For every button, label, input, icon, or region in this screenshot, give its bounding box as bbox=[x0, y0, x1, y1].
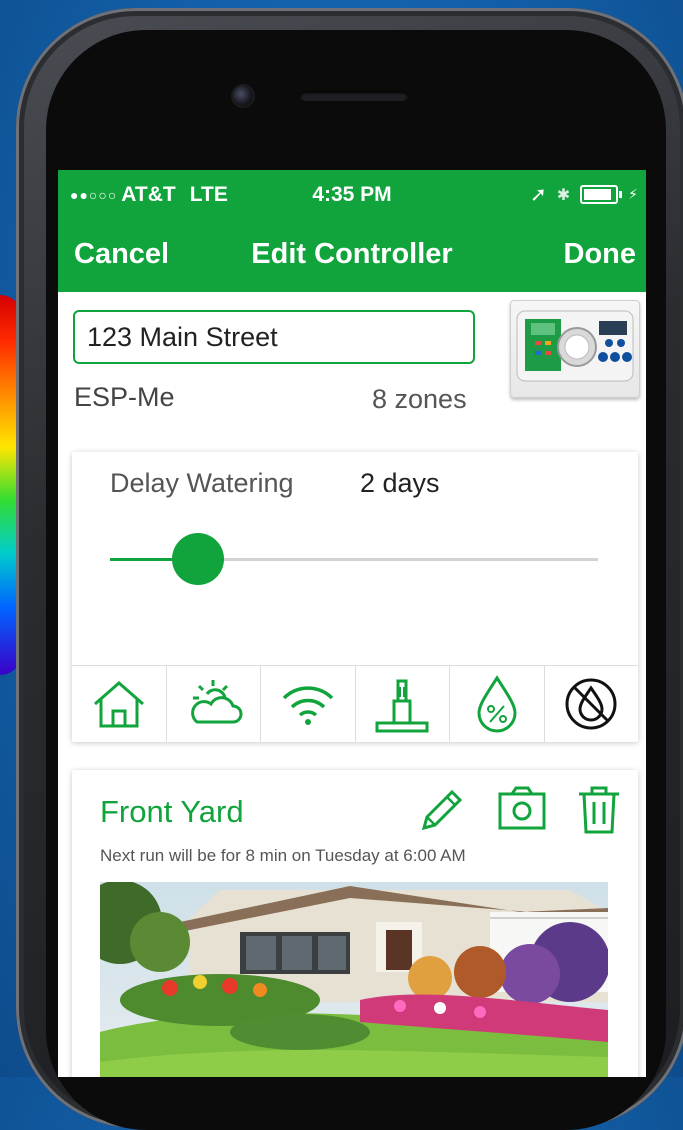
edit-zone-button[interactable] bbox=[416, 784, 468, 841]
zone-card: Front Yard Next run will be for 8 min on… bbox=[72, 770, 638, 1077]
delay-slider-thumb[interactable] bbox=[171, 533, 224, 585]
status-right: ➚ ✱ ⚡ bbox=[530, 182, 638, 207]
weather-icon bbox=[191, 680, 243, 724]
delay-watering-card: Delay Watering 2 days bbox=[72, 452, 638, 742]
status-bar: ●●○○○ AT&T LTE 4:35 PM ➚ ✱ ⚡ bbox=[58, 170, 646, 220]
location-icon: ➚ bbox=[529, 184, 547, 206]
bluetooth-icon: ✱ bbox=[556, 186, 571, 204]
page-title: Edit Controller bbox=[251, 238, 453, 270]
zone-count: 8 zones bbox=[372, 384, 467, 414]
battery-icon bbox=[580, 185, 623, 204]
delay-slider-track[interactable] bbox=[110, 533, 598, 585]
controller-model: ESP-Me bbox=[74, 382, 175, 412]
delay-watering-label: Delay Watering bbox=[110, 468, 294, 498]
controller-device-image[interactable] bbox=[510, 300, 640, 398]
zone-actions bbox=[416, 784, 622, 841]
trash-icon bbox=[579, 786, 619, 834]
seasonal-adjust-button[interactable] bbox=[450, 666, 545, 742]
next-run-text: Next run will be for 8 min on Tuesday at… bbox=[100, 846, 466, 865]
zone-name: Front Yard bbox=[100, 794, 244, 829]
weather-button[interactable] bbox=[167, 666, 261, 742]
app-screen: ●●○○○ AT&T LTE 4:35 PM ➚ ✱ ⚡ Cancel Edit… bbox=[58, 170, 646, 1077]
rain-off-button[interactable] bbox=[545, 666, 639, 742]
controller-name-input[interactable] bbox=[73, 310, 475, 364]
sensor-button[interactable] bbox=[356, 666, 450, 742]
earpiece-speaker bbox=[300, 91, 408, 101]
edit-pencil-icon bbox=[421, 789, 463, 831]
zone-photo bbox=[78, 880, 610, 1077]
wifi-button[interactable] bbox=[261, 666, 356, 742]
camera-icon bbox=[498, 786, 546, 830]
zone-photo-button[interactable] bbox=[496, 784, 548, 841]
navigation-bar: Cancel Edit Controller Done bbox=[58, 220, 646, 292]
rain-off-icon bbox=[565, 678, 617, 730]
seasonal-adjust-icon bbox=[477, 675, 517, 733]
done-button[interactable]: Done bbox=[564, 238, 637, 271]
sensor-icon bbox=[375, 679, 429, 733]
controller-tools-row bbox=[72, 665, 638, 742]
delete-zone-button[interactable] bbox=[576, 784, 622, 841]
delay-watering-value: 2 days bbox=[360, 468, 440, 498]
wifi-icon bbox=[282, 686, 333, 725]
charging-icon: ⚡ bbox=[628, 186, 638, 202]
front-camera bbox=[233, 86, 253, 106]
home-button[interactable] bbox=[72, 666, 167, 742]
home-icon bbox=[93, 681, 144, 728]
